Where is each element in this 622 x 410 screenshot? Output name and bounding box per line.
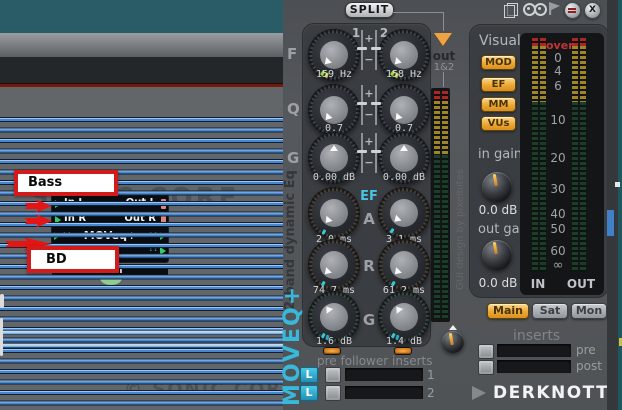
in-gain-knob[interactable] (482, 172, 512, 202)
ef-knob-pointer-icon (449, 325, 457, 330)
module-port-out-r[interactable]: Out R (124, 211, 156, 227)
minimize-icon[interactable] (564, 2, 581, 19)
follower-insert-button-1[interactable] (325, 367, 341, 383)
freq-section-label: F (287, 45, 297, 63)
meter-scale-40: 40 (547, 207, 569, 221)
insert-pre-button[interactable] (478, 344, 494, 359)
insert-post-label: post (576, 359, 602, 373)
host-titlebar-gradient (0, 33, 283, 57)
meter-scale-50: 50 (547, 222, 569, 236)
host-menubar: Software IOs Synths Tools (0, 57, 283, 83)
freq-knob-band2[interactable] (378, 29, 430, 81)
mon-button[interactable]: Mon (571, 303, 607, 319)
moveq-logo-vertical: MOVEQ+ (280, 302, 305, 406)
patch-cable-highlight (0, 343, 283, 348)
meter-scale-60: 60 (547, 244, 569, 258)
brand-arrow-icon (472, 386, 486, 400)
insert-post-button[interactable] (478, 360, 494, 375)
insert-post-slot[interactable] (497, 360, 571, 373)
meter-scale-inf: ∞ (547, 258, 569, 273)
output-port-icon[interactable] (161, 215, 166, 225)
routing-line (443, 72, 444, 87)
cutoff-ui-fragment (615, 182, 620, 187)
routing-line (443, 12, 444, 31)
patch-cable-highlight (0, 330, 283, 335)
screenshot-root: Software IOs Synths Tools SONIC CORE © S… (0, 0, 622, 410)
dyngain-knob-band2[interactable] (378, 291, 430, 343)
input-port-arrow-icon[interactable] (55, 216, 61, 224)
insert-pre-slot[interactable] (497, 344, 571, 357)
band-port-arrow-icon[interactable] (160, 247, 166, 255)
module-port-in-l[interactable]: In L (64, 195, 85, 211)
q-knob-band2[interactable] (378, 84, 430, 136)
cutoff-module-edge (0, 318, 3, 356)
follower-insert-slot-2[interactable] (345, 386, 423, 399)
follower-slot1-number: 1 (427, 368, 435, 382)
inserts-title: inserts (513, 328, 560, 344)
meter-scale-20: 20 (547, 151, 569, 165)
meter-scale-6: 6 (547, 79, 569, 93)
main-button[interactable]: Main (487, 303, 529, 319)
sat-button[interactable]: Sat (532, 303, 568, 319)
close-icon[interactable]: X (584, 2, 601, 19)
band-mix-fader[interactable]: + − (359, 133, 379, 173)
cutoff-module-edge (0, 294, 4, 308)
meter-scale-10: 10 (547, 113, 569, 127)
dyngain-knob-band1[interactable] (308, 291, 360, 343)
output-port-icon[interactable] (161, 199, 166, 209)
muted-flag-icon[interactable] (549, 2, 560, 15)
pre-follower-title: pre follower inserts (317, 354, 432, 368)
out-gain-knob[interactable] (482, 240, 512, 270)
in-gain-value: 0.0 dB (476, 203, 520, 217)
meter-in-label: IN (526, 277, 550, 291)
q-section-label: Q (287, 100, 300, 118)
visuals-vus-button[interactable]: VUs (481, 116, 516, 131)
linked-circles-icon[interactable] (523, 3, 547, 16)
split-button[interactable]: SPLIT (345, 2, 394, 18)
eqgain-knob-band1[interactable] (308, 132, 360, 184)
visuals-mm-button[interactable]: MM (481, 97, 516, 112)
brand-logo: DERKNOTT (493, 383, 609, 403)
band-port-cluster[interactable]: :: (148, 243, 158, 255)
gui-credit-vertical: GUI design by pixelbites (455, 90, 466, 290)
follower-insert-button-2[interactable] (325, 385, 341, 401)
insert-pre-label: pre (576, 343, 596, 357)
cutoff-ui-fragment (607, 210, 614, 236)
visuals-ef-button[interactable]: EF (481, 77, 516, 92)
meter-out-label: OUT (566, 277, 596, 291)
ef-scale-knob[interactable] (442, 331, 464, 353)
in-gain-label: in gain (478, 147, 522, 162)
freq-knob-band1[interactable] (308, 29, 360, 81)
background-window-edge (607, 0, 618, 410)
module-port-in-r[interactable]: In R (64, 211, 86, 227)
workspace-watermark-bottom: © SONIC CORE (124, 379, 296, 400)
meter-scale-30: 30 (547, 182, 569, 196)
follower-slot2-number: 2 (427, 386, 435, 400)
host-top-band (0, 0, 283, 33)
bass-callout: Bass (14, 170, 118, 196)
meter-scale-0: 0 (547, 51, 569, 65)
module-name[interactable]: MOVeq+ (52, 228, 168, 244)
module-port-out-l[interactable]: Out L (126, 195, 156, 211)
visuals-mod-button[interactable]: MOD (481, 55, 516, 70)
routing-line (392, 12, 443, 13)
background-window-teal-edge (618, 0, 622, 410)
meter-scale-4: 4 (547, 64, 569, 78)
follower-insert-slot-1[interactable] (345, 368, 423, 381)
bd-callout: BD (27, 246, 119, 273)
q-knob-band1[interactable] (308, 84, 360, 136)
input-port-arrow-icon[interactable] (55, 200, 61, 208)
moveq-plugin-window: SPLIT out 1&2 X F Q G 1 2 (283, 0, 622, 410)
ef-meter-strip (431, 88, 450, 322)
out-gain-value: 0.0 dB (476, 276, 520, 290)
